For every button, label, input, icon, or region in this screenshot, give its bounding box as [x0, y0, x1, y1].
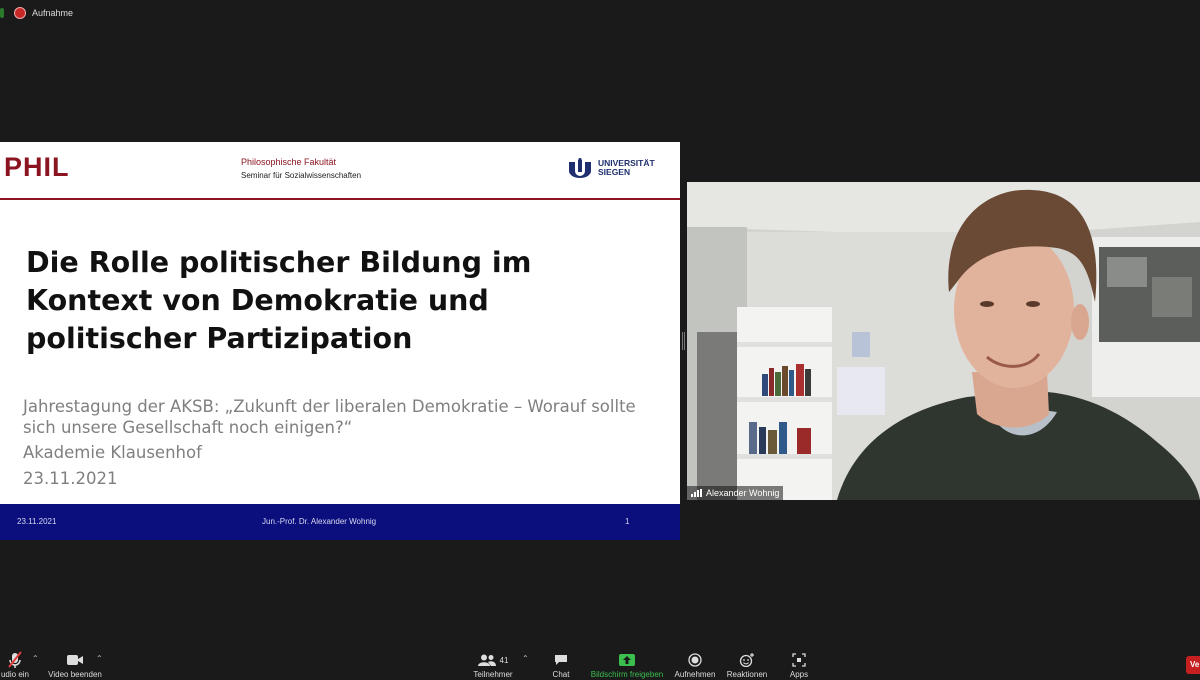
participants-options-caret-icon[interactable]: ⌃: [522, 654, 529, 663]
university-logo-icon: [569, 158, 591, 178]
split-view-drag-handle[interactable]: [682, 332, 685, 350]
chat-label: Chat: [552, 670, 570, 679]
participant-video-tile[interactable]: Alexander Wohnig: [687, 182, 1200, 500]
participant-name-tag: Alexander Wohnig: [687, 486, 784, 500]
reactions-icon: [739, 650, 755, 670]
venue: Akademie Klausenhof: [23, 443, 202, 462]
seminar-name: Seminar für Sozialwissenschaften: [241, 171, 362, 180]
audio-label: udio ein: [0, 670, 30, 679]
video-camera-icon: [66, 650, 84, 670]
share-screen-icon: [619, 650, 635, 670]
university-line2: SIEGEN: [598, 167, 631, 177]
faculty-name: Philosophische Fakultät: [241, 157, 337, 167]
footer-author: Jun.-Prof. Dr. Alexander Wohnig: [262, 517, 377, 526]
slide-footer: 23.11.2021 Jun.-Prof. Dr. Alexander Wohn…: [0, 504, 680, 540]
record-label: Aufnehmen: [674, 670, 716, 679]
university-name: UNIVERSITÄT SIEGEN: [598, 159, 655, 177]
recording-label: Aufnahme: [32, 8, 74, 18]
event-date: 23.11.2021: [23, 469, 118, 488]
reactions-label: Reaktionen: [726, 670, 768, 679]
footer-page-number: 1: [625, 517, 630, 526]
footer-date: 23.11.2021: [17, 517, 57, 526]
record-icon: [688, 650, 702, 670]
recording-indicator[interactable]: Aufnahme: [0, 0, 73, 26]
end-meeting-button[interactable]: Ve: [1186, 656, 1200, 674]
participants-count: 41: [499, 655, 509, 665]
shared-screen-slide: PHIL Philosophische Fakultät Seminar für…: [0, 142, 680, 540]
subtitle-line1: Jahrestagung der AKSB: „Zukunft der libe…: [23, 397, 636, 416]
participants-icon: 41: [477, 650, 509, 670]
mic-muted-icon: [7, 650, 23, 670]
participant-name: Alexander Wohnig: [706, 488, 780, 498]
phil-logo: PHIL: [4, 152, 70, 182]
chat-icon: [554, 650, 568, 670]
slide-subtitle-block: Jahrestagung der AKSB: „Zukunft der libe…: [23, 396, 663, 489]
apps-label: Apps: [789, 670, 809, 679]
subtitle-line2: sich unsere Gesellschaft noch einigen?“: [23, 418, 353, 437]
participant-video-feed: [687, 182, 1200, 500]
audio-options-caret-icon[interactable]: ⌃: [32, 654, 39, 663]
meeting-toolbar: udio ein ⌃ Video beenden ⌃ 41 Teilnehmer…: [0, 644, 1200, 679]
slide-header-rule: [0, 198, 680, 200]
video-options-caret-icon[interactable]: ⌃: [96, 654, 103, 663]
apps-icon: [792, 650, 806, 670]
slide-title: Die Rolle politischer Bildung im Kontext…: [26, 246, 532, 355]
share-screen-label: Bildschirm freigeben: [590, 670, 664, 679]
record-dot-icon: [14, 7, 26, 19]
participants-label: Teilnehmer: [473, 670, 513, 679]
status-pill: [0, 8, 4, 18]
slide-header: PHIL Philosophische Fakultät Seminar für…: [0, 142, 680, 200]
video-label: Video beenden: [48, 670, 102, 679]
connection-signal-icon: [691, 489, 703, 497]
